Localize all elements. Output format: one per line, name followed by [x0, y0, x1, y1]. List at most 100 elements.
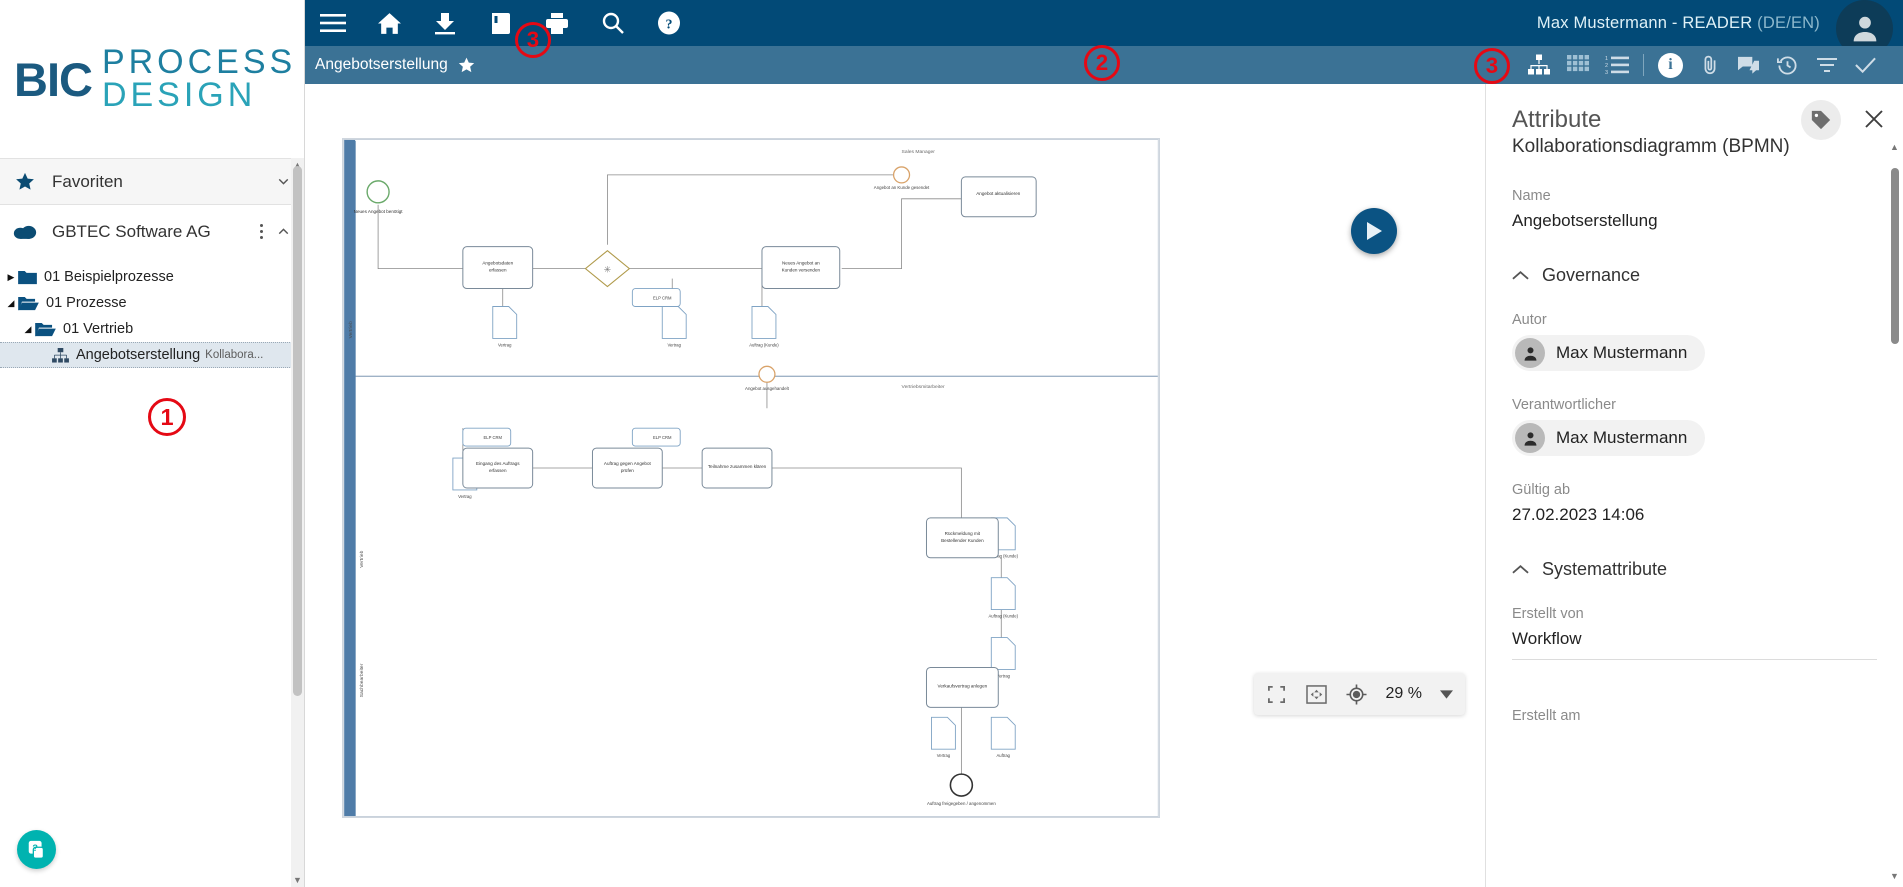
sidebar-item-favorites[interactable]: Favoriten — [0, 158, 304, 205]
zoom-controls[interactable]: 29 % — [1254, 673, 1465, 715]
chevron-up-icon[interactable] — [275, 223, 292, 240]
app-logo: BIC PROCESS DESIGN — [0, 0, 304, 158]
help-icon[interactable]: ? — [641, 0, 697, 46]
sidebar-scrollbar[interactable]: ▲ ▼ — [291, 158, 304, 887]
svg-text:2: 2 — [1605, 63, 1608, 69]
folder-open-icon — [35, 322, 56, 337]
fit-to-page-icon[interactable] — [1306, 683, 1328, 705]
svg-text:Vertrag: Vertrag — [458, 494, 472, 499]
home-icon[interactable] — [361, 0, 417, 46]
play-simulation-button[interactable] — [1351, 208, 1397, 254]
field-name: Name Angebotserstellung — [1512, 188, 1877, 231]
svg-text:Auftrag freigegeben / angenomm: Auftrag freigegeben / angenommen — [927, 801, 996, 806]
gueltig-ab-value: 27.02.2023 14:06 — [1512, 505, 1877, 525]
close-icon — [1864, 109, 1884, 129]
zoom-level-value: 29 % — [1386, 685, 1422, 703]
filter-icon[interactable] — [1807, 46, 1846, 84]
history-icon[interactable] — [1768, 46, 1807, 84]
svg-text:Kunden versenden: Kunden versenden — [782, 268, 821, 273]
attributes-header: Attribute Kollaborationsdiagramm (BPMN) — [1486, 84, 1903, 158]
attributes-scroll-thumb[interactable] — [1891, 168, 1899, 344]
info-icon[interactable]: i — [1651, 46, 1690, 84]
chevron-up-icon[interactable] — [1512, 270, 1542, 281]
attachment-icon[interactable] — [1690, 46, 1729, 84]
logo-bic-text: BIC — [14, 52, 92, 107]
svg-text:erfassen: erfassen — [489, 268, 507, 273]
cloud-icon — [12, 222, 38, 241]
svg-text:Vertrag: Vertrag — [937, 753, 951, 758]
diagram-canvas[interactable]: Vertrieb Vertrieb Sachbearbeiter Sales M… — [305, 84, 1485, 887]
star-icon — [12, 171, 38, 193]
svg-text:Vertrag: Vertrag — [667, 342, 681, 347]
svg-text:Teilnahme zusammen klären: Teilnahme zusammen klären — [708, 464, 767, 469]
tree-item-2[interactable]: ◢ 01 Prozesse — [0, 290, 304, 316]
autor-chip[interactable]: Max Mustermann — [1512, 335, 1705, 371]
bpmn-diagram-svg[interactable]: Vertrieb Vertrieb Sachbearbeiter Sales M… — [342, 138, 1160, 818]
field-verantwortlicher: Verantwortlicher Max Mustermann — [1512, 397, 1877, 456]
center-target-icon[interactable] — [1346, 683, 1368, 705]
svg-text:Angebot ausgehandelt: Angebot ausgehandelt — [745, 386, 790, 391]
diagram-view-icon[interactable] — [1519, 46, 1558, 84]
attributes-panel: Attribute Kollaborationsdiagramm (BPMN) … — [1485, 84, 1903, 887]
svg-text:ELP CRM: ELP CRM — [484, 435, 503, 440]
tree-item-label: 01 Beispielprozesse — [44, 269, 174, 285]
collapse-arrow-icon[interactable]: ◢ — [21, 324, 35, 335]
support-widget-button[interactable]: ? — [17, 830, 56, 869]
expand-arrow-icon[interactable]: ▶ — [4, 272, 18, 283]
tree-item-4[interactable]: AngebotserstellungKollabora... — [0, 342, 304, 368]
fullscreen-icon[interactable] — [1266, 683, 1288, 705]
name-label: Name — [1512, 188, 1877, 204]
svg-text:prüfen: prüfen — [621, 468, 634, 473]
matrix-view-icon[interactable] — [1558, 46, 1597, 84]
logo-design-text: DESIGN — [102, 79, 296, 112]
tree-item-1[interactable]: ▶ 01 Beispielprozesse — [0, 264, 304, 290]
field-autor: Autor Max Mustermann — [1512, 312, 1877, 371]
check-icon[interactable] — [1846, 46, 1885, 84]
chevron-up-icon[interactable] — [1512, 564, 1542, 575]
download-icon[interactable] — [417, 0, 473, 46]
person-icon — [1515, 338, 1545, 368]
scroll-up-arrow-icon[interactable]: ▲ — [1890, 142, 1899, 152]
tree-item-3[interactable]: ◢ 01 Vertrieb — [0, 316, 304, 342]
support-question-icon: ? — [26, 839, 48, 861]
close-button[interactable] — [1857, 102, 1891, 136]
scroll-down-arrow-icon[interactable]: ▼ — [293, 875, 302, 885]
star-icon[interactable] — [457, 56, 476, 75]
svg-text:Angebot an Kunde gesendet: Angebot an Kunde gesendet — [874, 185, 930, 190]
svg-text:?: ? — [32, 842, 38, 852]
svg-text:Bestellender Kunden: Bestellender Kunden — [941, 538, 984, 543]
section-governance[interactable]: Governance — [1512, 265, 1877, 286]
attributes-scrollbar[interactable]: ▲ ▼ — [1889, 142, 1901, 881]
field-erstellt-am: Erstellt am — [1512, 708, 1877, 724]
chevron-down-icon[interactable] — [275, 173, 292, 190]
search-icon[interactable] — [585, 0, 641, 46]
user-area[interactable]: Max Mustermann - READER (DE/EN) — [1537, 0, 1903, 52]
repository-menu-icon[interactable] — [260, 223, 263, 241]
field-gueltig-ab: Gültig ab 27.02.2023 14:06 — [1512, 482, 1877, 525]
tag-button[interactable] — [1801, 100, 1841, 140]
tree-item-label: 01 Vertrieb — [63, 321, 133, 337]
svg-text:Verkaufsvertrag anlegen: Verkaufsvertrag anlegen — [938, 683, 988, 688]
gueltig-ab-label: Gültig ab — [1512, 482, 1877, 498]
collapse-arrow-icon[interactable]: ◢ — [4, 298, 18, 309]
svg-text:Neues Angebot an: Neues Angebot an — [782, 261, 820, 266]
menu-icon[interactable] — [305, 0, 361, 46]
svg-text:Vertrieb: Vertrieb — [359, 550, 365, 567]
verantwortlicher-chip[interactable]: Max Mustermann — [1512, 420, 1705, 456]
annotation-marker-2: 2 — [1084, 45, 1120, 81]
verantwortlicher-label: Verantwortlicher — [1512, 397, 1877, 413]
svg-text:Auftrag: Auftrag — [997, 753, 1011, 758]
systemattribute-title: Systemattribute — [1542, 559, 1667, 580]
svg-text:Angebot aktualisieren: Angebot aktualisieren — [976, 191, 1020, 196]
bpmn-diagram[interactable]: Vertrieb Vertrieb Sachbearbeiter Sales M… — [342, 138, 1160, 818]
tab-angebotserstellung[interactable]: Angebotserstellung — [315, 56, 476, 75]
comment-icon[interactable] — [1729, 46, 1768, 84]
scroll-down-arrow-icon[interactable]: ▼ — [1890, 871, 1899, 881]
name-value: Angebotserstellung — [1512, 211, 1877, 231]
tree-item-label: 01 Prozesse — [46, 295, 127, 311]
sidebar-scroll-thumb[interactable] — [293, 166, 302, 696]
sidebar-item-repository[interactable]: GBTEC Software AG — [0, 205, 304, 258]
section-systemattribute[interactable]: Systemattribute — [1512, 559, 1877, 580]
list-view-icon[interactable]: 123 — [1597, 46, 1636, 84]
chevron-down-icon[interactable] — [1440, 690, 1453, 699]
